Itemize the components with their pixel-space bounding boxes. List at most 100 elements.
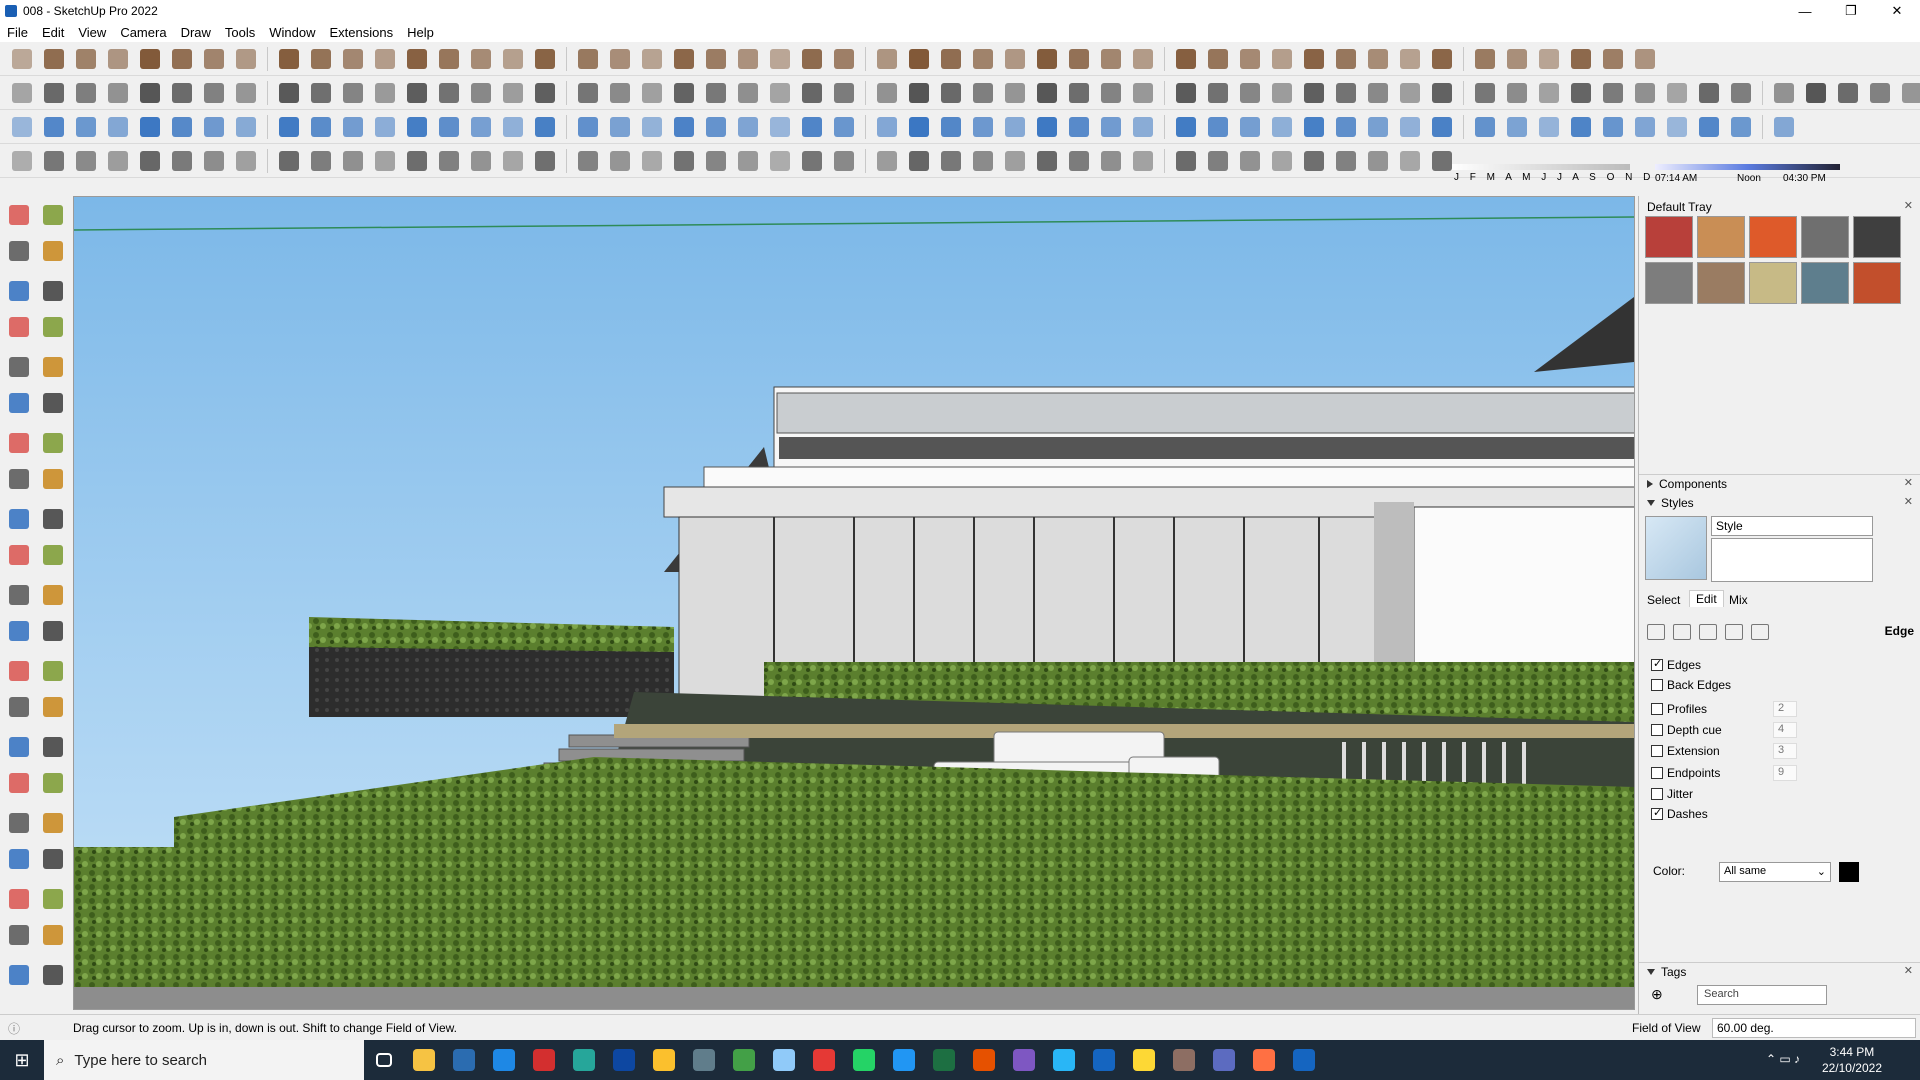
- tags-search-input[interactable]: Search: [1697, 985, 1827, 1005]
- toolbar-button[interactable]: [40, 79, 68, 107]
- taskbar-photoshop[interactable]: [604, 1040, 644, 1080]
- zoom-extents-tool[interactable]: [6, 810, 32, 836]
- toolbar-button[interactable]: [1065, 147, 1093, 175]
- toolbar-button[interactable]: [1898, 79, 1920, 107]
- styles-close-icon[interactable]: ✕: [1904, 495, 1913, 508]
- line-tool[interactable]: [6, 314, 32, 340]
- taskbar-terminal[interactable]: [684, 1040, 724, 1080]
- toolbar-button[interactable]: [574, 45, 602, 73]
- components-header[interactable]: Components ✕: [1639, 474, 1920, 492]
- tags-header[interactable]: Tags ✕: [1639, 962, 1920, 980]
- taskbar-file-explorer[interactable]: [404, 1040, 444, 1080]
- menu-file[interactable]: File: [0, 25, 35, 40]
- edge-color-swatch[interactable]: [1839, 862, 1859, 882]
- toolbar-button[interactable]: [136, 45, 164, 73]
- toolbar-button[interactable]: [1599, 113, 1627, 141]
- material-swatch[interactable]: [1645, 262, 1693, 304]
- toolbar-button[interactable]: [499, 147, 527, 175]
- toolbar-button[interactable]: [1396, 45, 1424, 73]
- toolbar-button[interactable]: [1332, 147, 1360, 175]
- toolbar-button[interactable]: [1097, 45, 1125, 73]
- toolbar-button[interactable]: [606, 45, 634, 73]
- scale-tool[interactable]: [6, 582, 32, 608]
- edge-option-dashes[interactable]: Dashes: [1651, 805, 1708, 823]
- material-swatch[interactable]: [1801, 262, 1849, 304]
- toolbar-button[interactable]: [969, 79, 997, 107]
- toolbar-button[interactable]: [168, 79, 196, 107]
- checkbox[interactable]: [1651, 724, 1663, 736]
- toolbar-button[interactable]: [339, 147, 367, 175]
- toolbar-button[interactable]: [40, 113, 68, 141]
- select-tool[interactable]: [6, 202, 32, 228]
- toolbar-button[interactable]: [136, 147, 164, 175]
- toolbar-button[interactable]: [798, 79, 826, 107]
- toolbar-button[interactable]: [873, 147, 901, 175]
- taskbar-chrome[interactable]: [644, 1040, 684, 1080]
- toolbar-button[interactable]: [937, 113, 965, 141]
- toolbar-button[interactable]: [232, 79, 260, 107]
- toolbar-button[interactable]: [937, 147, 965, 175]
- toolbar-button[interactable]: [1129, 113, 1157, 141]
- toolbar-button[interactable]: [40, 45, 68, 73]
- dimension-tool[interactable]: [40, 618, 66, 644]
- edge-option-jitter[interactable]: Jitter: [1651, 785, 1693, 803]
- toolbar-button[interactable]: [1129, 45, 1157, 73]
- polygon-tool[interactable]: [40, 390, 66, 416]
- toolbar-button[interactable]: [531, 113, 559, 141]
- toolbar-button[interactable]: [969, 113, 997, 141]
- toolbar-button[interactable]: [1834, 79, 1862, 107]
- toolbar-button[interactable]: [873, 79, 901, 107]
- toolbar-button[interactable]: [467, 79, 495, 107]
- toolbar-button[interactable]: [830, 45, 858, 73]
- toolbar-button[interactable]: [1204, 45, 1232, 73]
- toolbar-button[interactable]: [1268, 113, 1296, 141]
- taskbar-clock[interactable]: 3:44 PM 22/10/2022: [1822, 1044, 1882, 1076]
- taskbar-notepad[interactable]: [764, 1040, 804, 1080]
- toolbar-button[interactable]: [531, 45, 559, 73]
- toolbar-button[interactable]: [734, 79, 762, 107]
- toolbar-button[interactable]: [467, 45, 495, 73]
- edge-option-value[interactable]: 4: [1773, 722, 1797, 738]
- checkbox[interactable]: [1651, 788, 1663, 800]
- toolbar-button[interactable]: [8, 113, 36, 141]
- toolbar-button[interactable]: [1332, 113, 1360, 141]
- orbit-view-tool[interactable]: [6, 734, 32, 760]
- toolbar-button[interactable]: [8, 79, 36, 107]
- arc-tool[interactable]: [6, 430, 32, 456]
- toolbar-button[interactable]: [1567, 45, 1595, 73]
- toolbar-button[interactable]: [1236, 79, 1264, 107]
- toolbar-button[interactable]: [467, 113, 495, 141]
- toolbar-button[interactable]: [1770, 113, 1798, 141]
- toolbar-button[interactable]: [200, 113, 228, 141]
- toolbar-button[interactable]: [1503, 45, 1531, 73]
- edge-option-extension[interactable]: Extension: [1651, 742, 1720, 760]
- toolbar-button[interactable]: [403, 45, 431, 73]
- toolbar-button[interactable]: [1332, 79, 1360, 107]
- taskbar-telegram[interactable]: [1044, 1040, 1084, 1080]
- toolbar-button[interactable]: [969, 45, 997, 73]
- toolbar-button[interactable]: [670, 45, 698, 73]
- toolbar-button[interactable]: [638, 147, 666, 175]
- checkbox[interactable]: [1651, 703, 1663, 715]
- toolbar-button[interactable]: [1097, 147, 1125, 175]
- toolbar-button[interactable]: [766, 113, 794, 141]
- toolbar-button[interactable]: [1396, 147, 1424, 175]
- system-tray-icons[interactable]: ⌃ ▭ ♪: [1766, 1052, 1800, 1066]
- toolbar-button[interactable]: [1129, 147, 1157, 175]
- toolbar-button[interactable]: [1300, 45, 1328, 73]
- components-close-icon[interactable]: ✕: [1904, 476, 1913, 489]
- toolbar-button[interactable]: [1033, 113, 1061, 141]
- toolbar-button[interactable]: [1065, 45, 1093, 73]
- toolbar-button[interactable]: [307, 113, 335, 141]
- toolbar-button[interactable]: [275, 45, 303, 73]
- minimize-button[interactable]: —: [1782, 0, 1828, 22]
- style-thumbnail[interactable]: [1645, 516, 1707, 580]
- toolbar-button[interactable]: [72, 45, 100, 73]
- make-component-tool[interactable]: [6, 278, 32, 304]
- toolbar-button[interactable]: [168, 113, 196, 141]
- toolbar-button[interactable]: [435, 147, 463, 175]
- material-swatch[interactable]: [1749, 262, 1797, 304]
- toolbar-button[interactable]: [104, 45, 132, 73]
- material-swatch[interactable]: [1853, 216, 1901, 258]
- edge-option-value[interactable]: 9: [1773, 765, 1797, 781]
